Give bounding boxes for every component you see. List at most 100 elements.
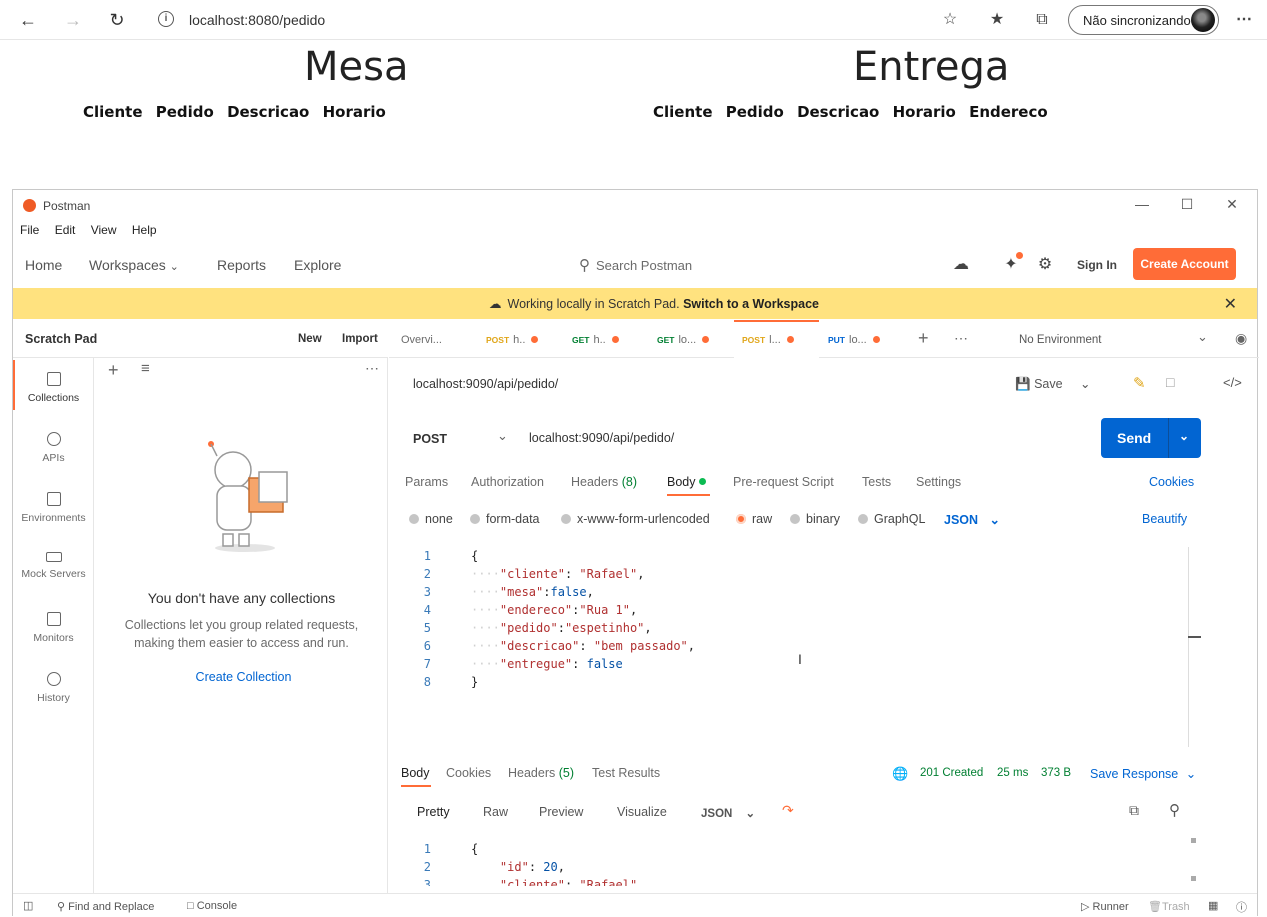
rail-collections[interactable]: Collections xyxy=(13,372,94,404)
radio-form-data[interactable]: form-data xyxy=(470,512,540,526)
response-size[interactable]: 373 B xyxy=(1041,767,1071,779)
cookies-link[interactable]: Cookies xyxy=(1149,475,1194,489)
radio-none[interactable]: none xyxy=(409,512,453,526)
tab-params[interactable]: Params xyxy=(405,475,448,489)
editor-scroll-track[interactable] xyxy=(1188,547,1189,747)
response-format-select[interactable]: JSON ⌄ xyxy=(701,806,755,820)
minimize-icon[interactable]: — xyxy=(1132,196,1152,212)
collections-icon[interactable]: ⧉ xyxy=(1032,10,1052,30)
tabs-more-icon[interactable]: ⋯ xyxy=(954,330,968,347)
response-scroll-top[interactable] xyxy=(1191,838,1196,843)
response-tab-test-results[interactable]: Test Results xyxy=(592,766,660,780)
settings-gear-icon[interactable]: ⚙ xyxy=(1035,255,1055,275)
response-body[interactable]: 1{2 "id": 20, 3 "cliente": "Rafael", xyxy=(401,840,1191,886)
radio-graphql[interactable]: GraphQL xyxy=(858,512,925,526)
create-account-button[interactable]: Create Account xyxy=(1133,248,1236,280)
editor-scroll-marker[interactable] xyxy=(1188,636,1201,638)
refresh-icon[interactable]: ↻ xyxy=(105,8,129,32)
more-icon[interactable]: ⋯ xyxy=(1234,10,1254,30)
view-preview[interactable]: Preview xyxy=(539,805,583,819)
save-response-button[interactable]: Save Response ⌄ xyxy=(1090,766,1196,781)
tab-get-2[interactable]: GET lo... xyxy=(649,320,734,358)
radio-raw[interactable]: raw xyxy=(736,512,772,526)
cloud-offline-icon[interactable]: ☁ xyxy=(951,255,971,275)
globe-icon[interactable]: 🌐 xyxy=(892,766,908,782)
wrap-lines-icon[interactable]: ↷ xyxy=(782,802,794,819)
add-favorite-icon[interactable]: ☆ xyxy=(940,10,960,30)
info-icon[interactable]: i xyxy=(158,11,174,27)
banner-close-icon[interactable]: ✕ xyxy=(1224,294,1237,314)
tab-tests[interactable]: Tests xyxy=(862,475,891,489)
tab-post-active[interactable]: POST l... xyxy=(734,320,819,358)
tab-overview[interactable]: Overvi... xyxy=(393,320,477,358)
menu-view[interactable]: View xyxy=(91,223,117,237)
nav-reports[interactable]: Reports xyxy=(217,257,266,273)
copy-icon[interactable]: ⧉ xyxy=(1129,802,1139,819)
rail-environments[interactable]: Environments xyxy=(13,492,94,524)
nav-explore[interactable]: Explore xyxy=(294,257,341,273)
environment-select[interactable]: No Environment xyxy=(1019,334,1101,346)
send-button[interactable]: Send ⌄ xyxy=(1101,418,1201,458)
radio-binary[interactable]: binary xyxy=(790,512,840,526)
body-editor[interactable]: 1{2 ····"cliente": "Rafael", 3 ····"mesa":f… xyxy=(401,547,1191,747)
tab-pre-request-script[interactable]: Pre-request Script xyxy=(733,475,834,489)
response-tab-headers[interactable]: Headers (5) xyxy=(508,766,574,780)
rail-mock-servers[interactable]: Mock Servers xyxy=(13,552,94,580)
maximize-icon[interactable]: ☐ xyxy=(1177,196,1197,213)
method-select[interactable]: POST xyxy=(413,432,447,446)
nav-workspaces[interactable]: Workspaces ⌄ xyxy=(89,257,179,273)
satellite-icon[interactable]: ✦ xyxy=(1001,252,1023,275)
save-button[interactable]: 💾 Save ⌄ xyxy=(1015,376,1091,392)
radio-x-www-form-urlencoded[interactable]: x-www-form-urlencoded xyxy=(561,512,710,526)
comment-icon[interactable]: □ xyxy=(1166,374,1174,390)
more-options-icon[interactable]: ⋯ xyxy=(365,360,379,377)
tab-settings[interactable]: Settings xyxy=(916,475,961,489)
response-time[interactable]: 25 ms xyxy=(997,767,1028,779)
forward-arrow-icon[interactable]: → xyxy=(61,8,85,32)
tab-body[interactable]: Body xyxy=(667,475,706,489)
tab-post-1[interactable]: POST h.. xyxy=(478,320,563,358)
close-icon[interactable]: ✕ xyxy=(1222,196,1242,213)
find-replace-button[interactable]: ⚲ Find and Replace xyxy=(57,900,154,913)
menu-help[interactable]: Help xyxy=(132,223,157,237)
response-scroll-bottom[interactable] xyxy=(1191,876,1196,881)
import-button[interactable]: Import xyxy=(342,333,378,345)
search-input[interactable]: ⚲ Search Postman xyxy=(579,256,692,274)
rail-monitors[interactable]: Monitors xyxy=(13,612,94,644)
environment-chevron-icon[interactable]: ⌄ xyxy=(1197,329,1208,345)
profile-sync-button[interactable]: Não sincronizando xyxy=(1068,5,1219,35)
address-bar[interactable]: localhost:8080/pedido xyxy=(189,12,325,28)
new-tab-plus-icon[interactable]: + xyxy=(918,328,929,349)
menu-file[interactable]: File xyxy=(20,223,39,237)
nav-home[interactable]: Home xyxy=(25,257,62,273)
back-arrow-icon[interactable]: ← xyxy=(16,8,40,32)
view-pretty[interactable]: Pretty xyxy=(417,805,450,819)
tab-headers[interactable]: Headers (8) xyxy=(571,475,637,489)
body-format-select[interactable]: JSON ⌄ xyxy=(944,512,1000,527)
response-tab-cookies[interactable]: Cookies xyxy=(446,766,491,780)
console-button[interactable]: □ Console xyxy=(187,900,237,912)
filter-icon[interactable]: ≡ xyxy=(141,360,150,377)
sign-in-button[interactable]: Sign In xyxy=(1077,258,1117,272)
view-visualize[interactable]: Visualize xyxy=(617,805,667,819)
url-input[interactable]: localhost:9090/api/pedido/ xyxy=(529,431,674,445)
eye-icon[interactable]: ◉ xyxy=(1235,330,1247,347)
help-icon[interactable]: ⓘ xyxy=(1236,899,1247,915)
toggle-sidebar-icon[interactable]: ◫ xyxy=(23,899,33,912)
add-collection-icon[interactable]: + xyxy=(108,360,119,381)
switch-workspace-link[interactable]: Switch to a Workspace xyxy=(683,297,819,311)
response-tab-body[interactable]: Body xyxy=(401,766,430,780)
runner-button[interactable]: ▷ Runner xyxy=(1081,900,1129,913)
menu-edit[interactable]: Edit xyxy=(55,223,76,237)
response-status[interactable]: 201 Created xyxy=(920,767,983,779)
code-snippet-icon[interactable]: </> xyxy=(1223,375,1242,390)
tab-get-1[interactable]: GET h.. xyxy=(564,320,649,358)
edit-pencil-icon[interactable]: ✎ xyxy=(1133,374,1146,392)
beautify-link[interactable]: Beautify xyxy=(1142,512,1187,526)
tab-put-1[interactable]: PUT lo... xyxy=(820,320,905,358)
rail-history[interactable]: History xyxy=(13,672,94,704)
create-collection-link[interactable]: Create Collection xyxy=(95,670,392,684)
method-chevron-icon[interactable]: ⌄ xyxy=(497,428,508,444)
rail-apis[interactable]: APIs xyxy=(13,432,94,464)
new-button[interactable]: New xyxy=(298,333,322,345)
